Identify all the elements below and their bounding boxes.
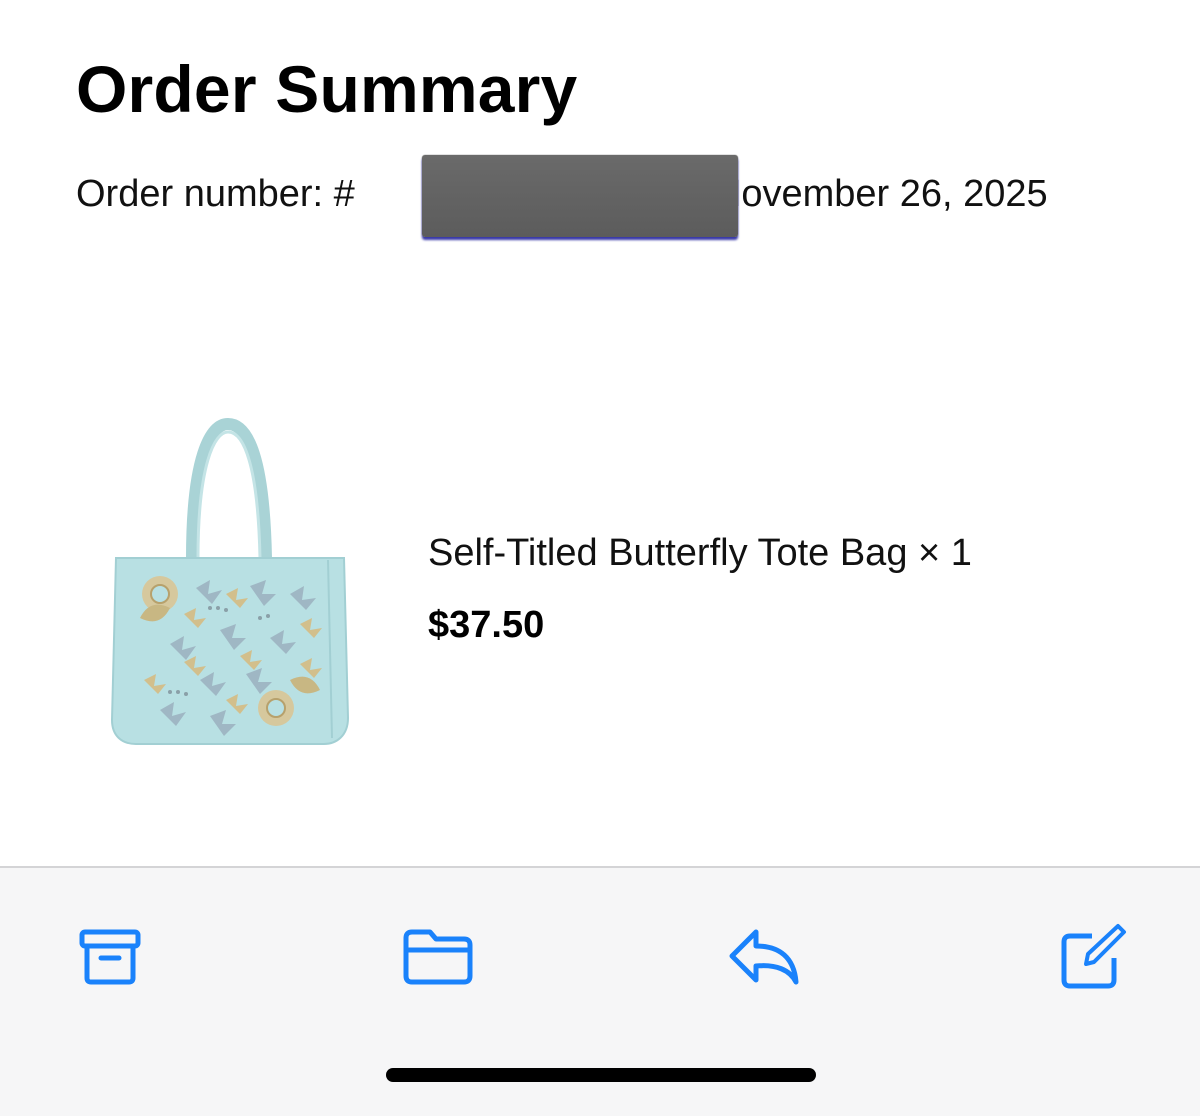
product-name-line: Self-Titled Butterfly Tote Bag × 1 <box>428 523 972 583</box>
email-body: Order Summary Order number: #XXXXXXXXXXX… <box>0 0 1200 866</box>
compose-icon <box>1061 924 1126 989</box>
product-price: $37.50 <box>428 604 545 646</box>
reply-icon <box>729 929 799 985</box>
product-image[interactable] <box>100 417 360 758</box>
product-quantity: × 1 <box>907 532 972 574</box>
home-indicator[interactable] <box>386 1068 816 1082</box>
reply-button[interactable] <box>724 916 804 996</box>
page-title: Order Summary <box>76 52 578 126</box>
compose-button[interactable] <box>1052 916 1132 996</box>
archive-icon <box>79 929 141 985</box>
mail-message-screen: Order Summary Order number: #XXXXXXXXXXX… <box>0 0 1200 1116</box>
tote-bag-illustration <box>110 417 350 745</box>
order-number-label: Order number: # <box>76 173 355 215</box>
archive-button[interactable] <box>70 916 150 996</box>
product-info: Self-Titled Butterfly Tote Bag × 1 $37.5… <box>428 523 972 655</box>
redaction-box <box>422 155 738 237</box>
folder-icon <box>403 929 473 985</box>
order-date: November 26, 2025 <box>713 173 1048 215</box>
product-name: Self-Titled Butterfly Tote Bag <box>428 532 908 574</box>
move-to-folder-button[interactable] <box>398 916 478 996</box>
